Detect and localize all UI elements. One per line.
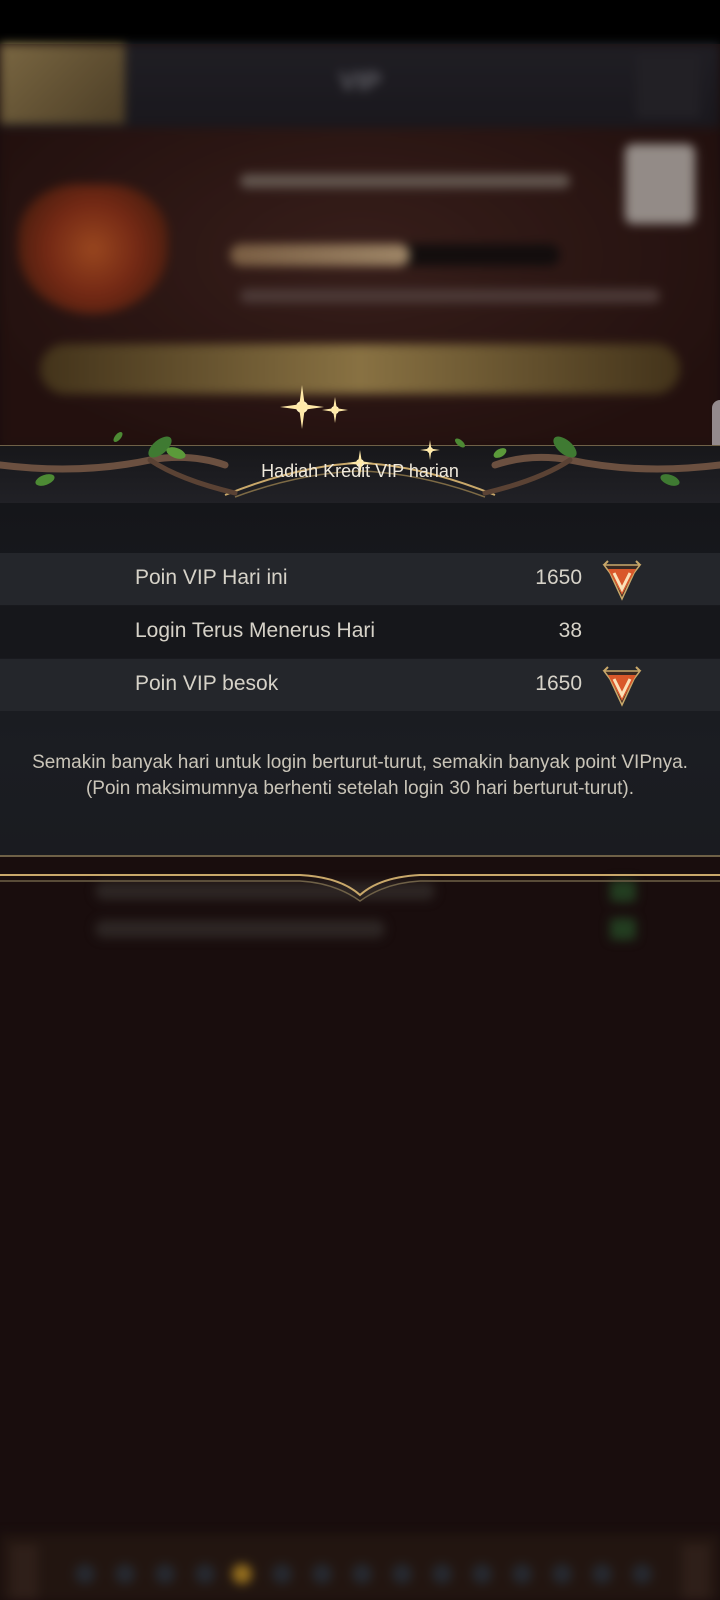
row-label: Poin VIP Hari ini xyxy=(135,566,288,589)
row-value: 38 xyxy=(558,619,582,642)
popup-bottom-frame xyxy=(0,855,720,902)
status-bar xyxy=(0,0,720,44)
row-value: 1650 xyxy=(535,672,582,695)
row-vip-points-today: Poin VIP Hari ini 1650 xyxy=(0,553,720,605)
login-streak-note: Semakin banyak hari untuk login berturut… xyxy=(32,752,688,799)
row-label: Login Terus Menerus Hari xyxy=(135,619,376,642)
popup-body: Poin VIP Hari ini 1650 Login Terus Mener… xyxy=(0,503,720,855)
row-vip-points-tomorrow: Poin VIP besok 1650 xyxy=(0,659,720,711)
vip-point-icon xyxy=(602,666,642,707)
vip-point-icon xyxy=(602,560,642,601)
row-label: Poin VIP besok xyxy=(135,672,279,695)
row-value: 1650 xyxy=(535,566,582,589)
vip-credit-popup: Hadiah Kredit VIP harian Poin VIP Hari i… xyxy=(0,385,720,902)
row-consecutive-login-days: Login Terus Menerus Hari 38 xyxy=(0,606,720,658)
screen: VIP Hadiah Kredit VIP harian Poin VIP Ha… xyxy=(0,0,720,1600)
popup-title: Hadiah Kredit VIP harian xyxy=(261,461,459,481)
